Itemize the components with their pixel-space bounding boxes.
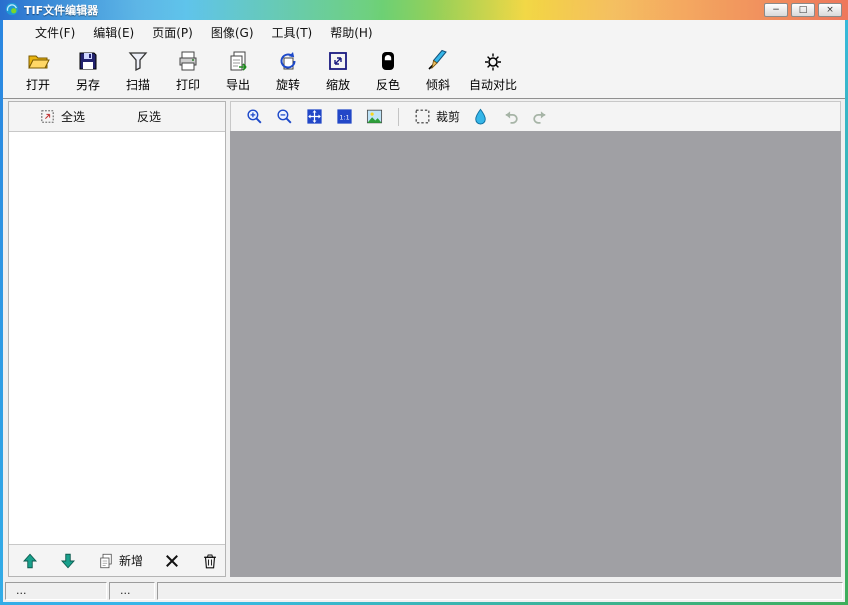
fit-to-window-button[interactable] <box>305 107 324 126</box>
svg-text:1:1: 1:1 <box>339 114 349 121</box>
print-button[interactable]: 打印 <box>165 46 211 96</box>
page-thumbnail-list[interactable] <box>9 132 225 544</box>
resize-icon <box>326 49 350 73</box>
print-icon <box>176 49 200 73</box>
open-button[interactable]: 打开 <box>15 46 61 96</box>
titlebar: TIF文件编辑器 − □ × <box>0 0 848 20</box>
save-icon <box>76 49 100 73</box>
open-folder-icon <box>26 49 50 73</box>
zoom-out-icon <box>275 107 294 126</box>
invert-color-button[interactable]: 反色 <box>365 46 411 96</box>
remove-page-button[interactable] <box>163 552 181 570</box>
zoom-in-icon <box>245 107 264 126</box>
status-bar: ... ... <box>3 579 845 602</box>
skew-icon <box>426 49 450 73</box>
rotate-icon <box>276 49 300 73</box>
rotate-button[interactable]: 旋转 <box>265 46 311 96</box>
scan-button[interactable]: 扫描 <box>115 46 161 96</box>
maximize-button[interactable]: □ <box>791 3 815 17</box>
select-all-label: 全选 <box>61 110 86 124</box>
menu-item-image[interactable]: 图像(G) <box>203 21 262 44</box>
window-frame: 文件(F) 编辑(E) 页面(P) 图像(G) 工具(T) 帮助(H) 打开 另… <box>3 20 845 602</box>
open-label: 打开 <box>25 78 50 92</box>
scan-label: 扫描 <box>125 78 150 92</box>
status-cell-1: ... <box>5 581 107 600</box>
add-page-icon <box>97 552 115 570</box>
fit-to-window-icon <box>305 107 324 126</box>
delete-x-icon <box>163 552 181 570</box>
select-all-icon <box>39 108 56 125</box>
redo-icon <box>531 107 550 126</box>
zoom-out-button[interactable] <box>275 107 294 126</box>
scan-icon <box>126 49 150 73</box>
auto-contrast-label: 自动对比 <box>469 78 518 92</box>
image-view-button[interactable] <box>365 107 384 126</box>
auto-contrast-icon <box>481 49 505 73</box>
move-down-button[interactable] <box>59 552 77 570</box>
move-up-button[interactable] <box>21 552 39 570</box>
invert-selection-button[interactable]: 反选 <box>137 108 161 125</box>
status-cell-3 <box>157 581 843 600</box>
image-canvas[interactable] <box>230 131 841 577</box>
zoom-in-button[interactable] <box>245 107 264 126</box>
actual-size-button[interactable]: 1:1 <box>335 107 354 126</box>
redo-button[interactable] <box>531 107 550 126</box>
add-page-button[interactable]: 新增 <box>97 552 143 570</box>
app-icon <box>5 1 19 20</box>
menu-bar: 文件(F) 编辑(E) 页面(P) 图像(G) 工具(T) 帮助(H) <box>3 20 845 44</box>
zoom-scale-label: 缩放 <box>325 78 350 92</box>
canvas-toolbar: 1:1 裁剪 <box>230 101 841 131</box>
app-window: TIF文件编辑器 − □ × 文件(F) 编辑(E) 页面(P) 图像(G) 工… <box>0 0 848 605</box>
main-toolbar: 打开 另存 扫描 打印 导出 旋转 缩放 反色 倾斜 自动对比 <box>3 44 845 99</box>
select-all-button[interactable]: 全选 <box>39 108 85 125</box>
delete-all-button[interactable] <box>201 552 219 570</box>
add-page-label: 新增 <box>119 554 144 568</box>
undo-button[interactable] <box>501 107 520 126</box>
page-list-panel: 全选 反选 新增 <box>8 101 226 577</box>
crop-button[interactable]: 裁剪 <box>413 107 460 126</box>
export-button[interactable]: 导出 <box>215 46 261 96</box>
menu-item-file[interactable]: 文件(F) <box>27 21 83 44</box>
window-controls: − □ × <box>764 3 842 17</box>
invert-selection-label: 反选 <box>137 110 162 124</box>
export-icon <box>226 49 250 73</box>
status-cell-2: ... <box>109 581 155 600</box>
arrow-up-icon <box>21 552 39 570</box>
workspace: 全选 反选 新增 1:1 裁剪 <box>3 99 845 579</box>
export-label: 导出 <box>225 78 250 92</box>
print-label: 打印 <box>175 78 200 92</box>
rotate-label: 旋转 <box>275 78 300 92</box>
menu-item-edit[interactable]: 编辑(E) <box>85 21 142 44</box>
save-as-button[interactable]: 另存 <box>65 46 111 96</box>
page-list-footer: 新增 <box>9 544 225 576</box>
arrow-down-icon <box>59 552 77 570</box>
auto-contrast-button[interactable]: 自动对比 <box>465 46 521 96</box>
menu-item-page[interactable]: 页面(P) <box>144 21 201 44</box>
save-as-label: 另存 <box>75 78 100 92</box>
toolbar-separator <box>398 107 399 126</box>
menu-item-tools[interactable]: 工具(T) <box>264 21 321 44</box>
droplet-icon <box>471 107 490 126</box>
editor-area: 1:1 裁剪 <box>230 101 841 577</box>
window-title: TIF文件编辑器 <box>24 4 99 17</box>
image-icon <box>365 107 384 126</box>
invert-color-label: 反色 <box>375 78 400 92</box>
menu-item-help[interactable]: 帮助(H) <box>322 21 380 44</box>
minimize-button[interactable]: − <box>764 3 788 17</box>
crop-label: 裁剪 <box>436 110 461 124</box>
deskew-label: 倾斜 <box>425 78 450 92</box>
crop-marquee-icon <box>413 107 432 126</box>
one-to-one-icon: 1:1 <box>335 107 354 126</box>
close-button[interactable]: × <box>818 3 842 17</box>
despeckle-button[interactable] <box>471 107 490 126</box>
trash-icon <box>201 552 219 570</box>
deskew-button[interactable]: 倾斜 <box>415 46 461 96</box>
page-list-header: 全选 反选 <box>9 102 225 132</box>
zoom-scale-button[interactable]: 缩放 <box>315 46 361 96</box>
undo-icon <box>501 107 520 126</box>
invert-icon <box>376 49 400 73</box>
